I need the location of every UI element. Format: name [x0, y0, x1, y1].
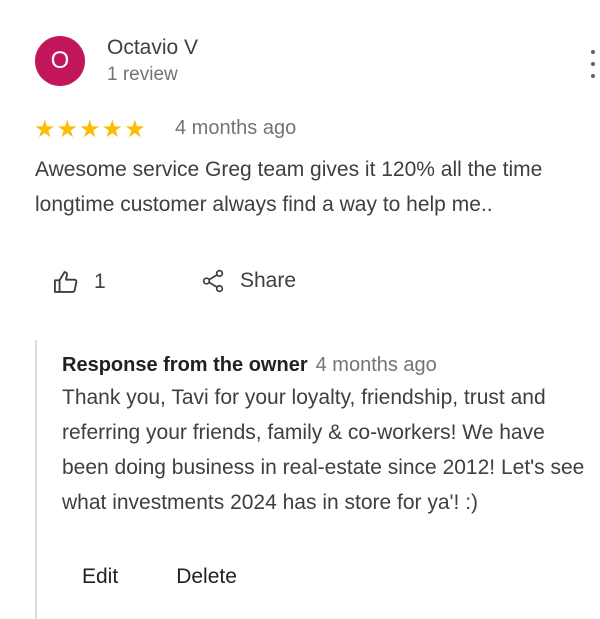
avatar[interactable]: O [35, 36, 85, 86]
owner-response-header: Response from the owner 4 months ago [62, 354, 437, 377]
like-button[interactable]: 1 [52, 268, 106, 296]
star-icon: ★ [34, 116, 56, 143]
share-button[interactable]: Share [200, 268, 296, 294]
owner-response-actions: Edit Delete [82, 565, 237, 589]
review-actions: 1 Share [0, 266, 600, 300]
edit-button[interactable]: Edit [82, 565, 118, 589]
review-time: 4 months ago [175, 117, 297, 139]
review-text: Awesome service Greg team gives it 120% … [35, 158, 543, 216]
share-label: Share [240, 269, 297, 292]
star-icon: ★ [79, 116, 101, 143]
owner-response-text: Thank you, Tavi for your loyalty, friend… [62, 386, 585, 514]
owner-response: Response from the owner 4 months ago Than… [35, 340, 600, 619]
star-icon: ★ [56, 116, 79, 143]
share-icon [202, 269, 224, 293]
owner-response-title: Response from the owner [62, 354, 308, 376]
thumbs-up-icon [53, 271, 78, 293]
reviewer-name[interactable]: Octavio V [107, 36, 198, 60]
delete-button[interactable]: Delete [176, 565, 237, 589]
more-vert-icon[interactable] [588, 50, 598, 78]
owner-response-time: 4 months ago [315, 354, 437, 376]
avatar-letter: O [50, 47, 70, 74]
star-icon: ★ [124, 116, 146, 143]
star-rating: ★ ★ ★ ★ ★ [34, 118, 146, 142]
like-count: 1 [94, 270, 106, 293]
star-icon: ★ [101, 116, 124, 143]
reviewer-review-count: 1 review [107, 64, 178, 85]
